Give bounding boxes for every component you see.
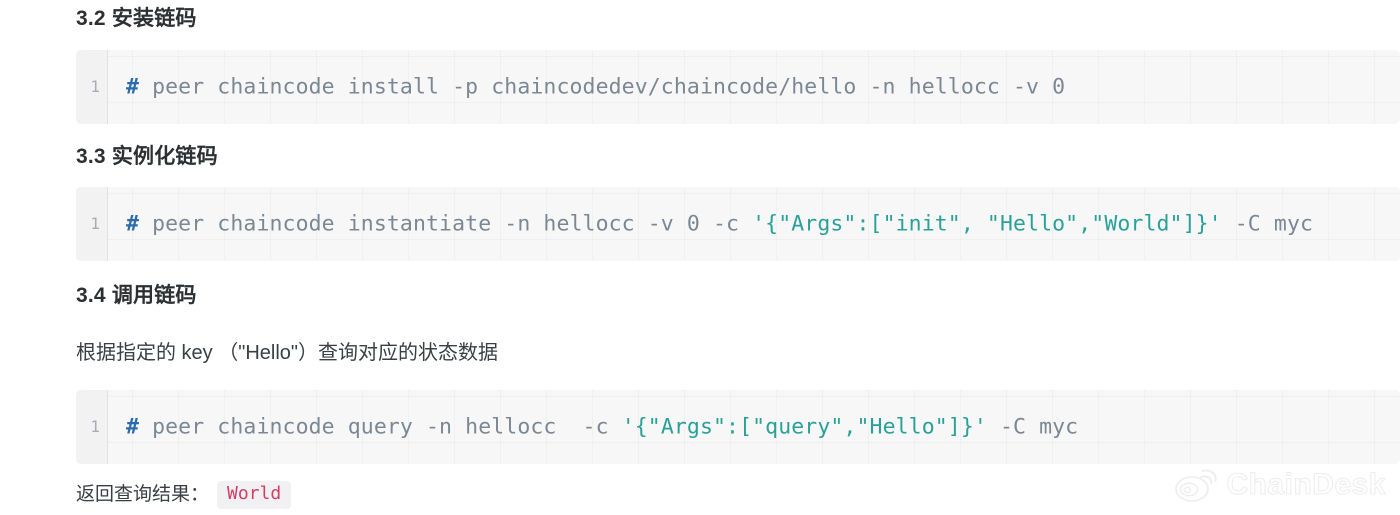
code-token-plain: -C myc: [986, 414, 1079, 440]
code-gutter: 1: [76, 390, 108, 464]
document-page: 3.2 安装链码 1 # peer chaincode install -p c…: [0, 0, 1400, 515]
code-token-string: '{"Args":["init", "Hello","World"]}': [752, 211, 1222, 237]
watermark-text: ChainDesk: [1226, 468, 1386, 501]
code-token-string: '{"Args":["query","Hello"]}': [621, 414, 987, 440]
code-token-prompt: #: [126, 74, 140, 100]
section-heading-3-4: 3.4 调用链码: [76, 284, 197, 307]
code-gutter: 1: [76, 187, 108, 261]
code-line-number: 1: [90, 417, 100, 436]
result-value-code: World: [217, 481, 292, 509]
code-token-plain: -C myc: [1221, 211, 1314, 237]
code-line: # peer chaincode install -p chaincodedev…: [126, 76, 1065, 98]
section-heading-3-2: 3.2 安装链码: [76, 7, 197, 30]
code-token-prompt: #: [126, 414, 140, 440]
code-token-plain: peer chaincode query -n hellocc -c: [139, 414, 622, 440]
code-token-prompt: #: [126, 211, 140, 237]
query-description-paragraph: 根据指定的 key （"Hello"）查询对应的状态数据: [76, 342, 499, 364]
code-token-plain: peer chaincode instantiate -n hellocc -v…: [139, 211, 753, 237]
result-label: 返回查询结果：: [76, 484, 210, 506]
weibo-logo-icon: [1174, 467, 1218, 503]
section-heading-3-3: 3.3 实例化链码: [76, 145, 218, 168]
code-token-plain: peer chaincode install -p chaincodedev/c…: [139, 74, 1066, 100]
code-line-number: 1: [90, 77, 100, 96]
code-block-query[interactable]: 1 # peer chaincode query -n hellocc -c '…: [76, 390, 1400, 464]
code-line: # peer chaincode query -n hellocc -c '{"…: [126, 416, 1078, 438]
code-block-instantiate[interactable]: 1 # peer chaincode instantiate -n helloc…: [76, 187, 1400, 261]
code-block-install[interactable]: 1 # peer chaincode install -p chaincoded…: [76, 50, 1400, 124]
query-result-line: 返回查询结果： World: [76, 481, 292, 509]
code-gutter: 1: [76, 50, 108, 124]
watermark: ChainDesk: [1174, 467, 1386, 503]
code-line: # peer chaincode instantiate -n hellocc …: [126, 213, 1313, 235]
code-line-number: 1: [90, 214, 100, 233]
